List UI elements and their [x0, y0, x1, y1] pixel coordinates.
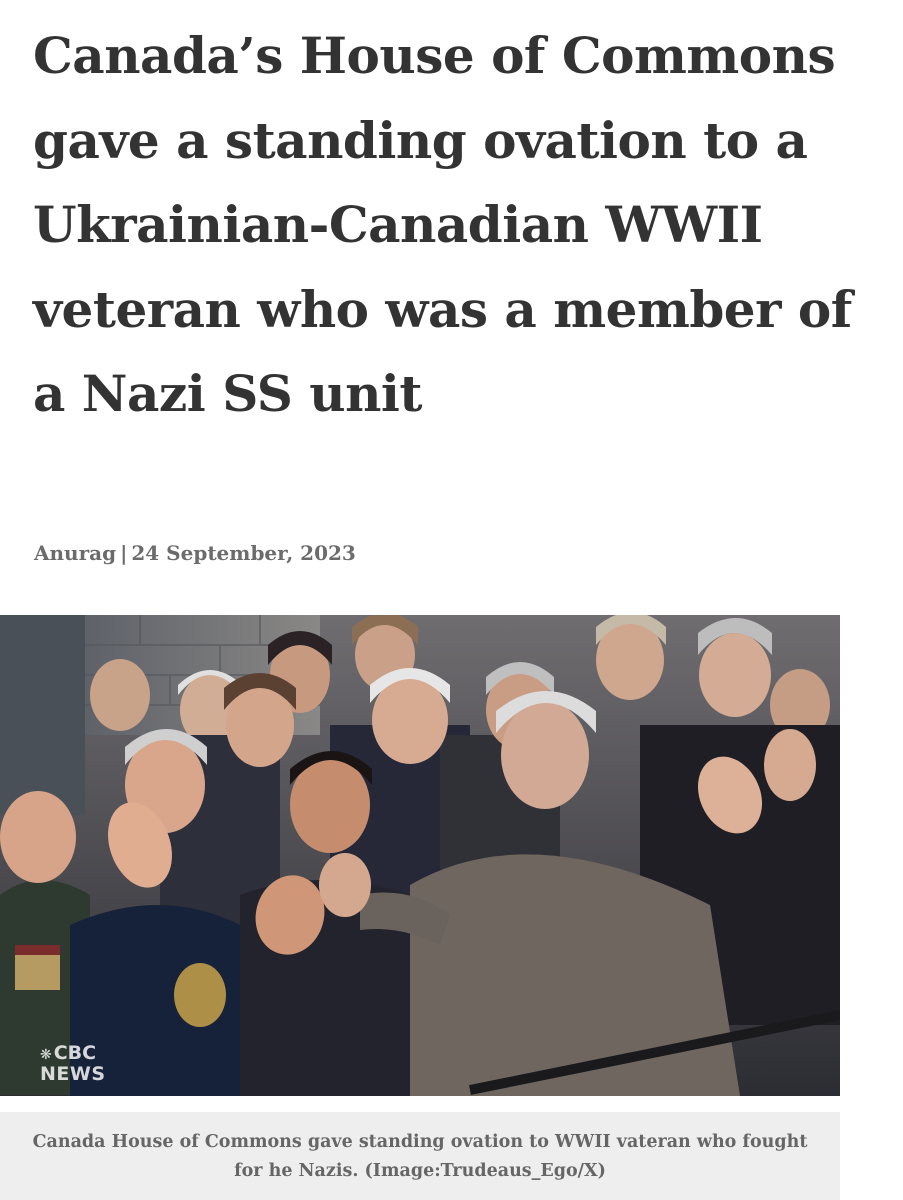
- byline-separator: |: [120, 541, 128, 565]
- cbc-gem-icon: ❋: [40, 1047, 52, 1063]
- article-headline: Canada’s House of Commons gave a standin…: [33, 26, 852, 423]
- publish-date: 24 September, 2023: [131, 541, 356, 565]
- image-caption: Canada House of Commons gave standing ov…: [32, 1132, 808, 1181]
- cbc-news-watermark: ❋ CBC NEWS: [40, 1044, 106, 1084]
- watermark-sub: NEWS: [40, 1063, 106, 1085]
- article-photo: ❋ CBC NEWS: [0, 615, 840, 1096]
- article-byline: Anurag | 24 September, 2023: [34, 541, 356, 565]
- image-caption-box: Canada House of Commons gave standing ov…: [0, 1112, 840, 1200]
- watermark-brand: CBC: [53, 1042, 97, 1064]
- author-name[interactable]: Anurag: [34, 541, 116, 565]
- crowd-photo-illustration: [0, 615, 840, 1096]
